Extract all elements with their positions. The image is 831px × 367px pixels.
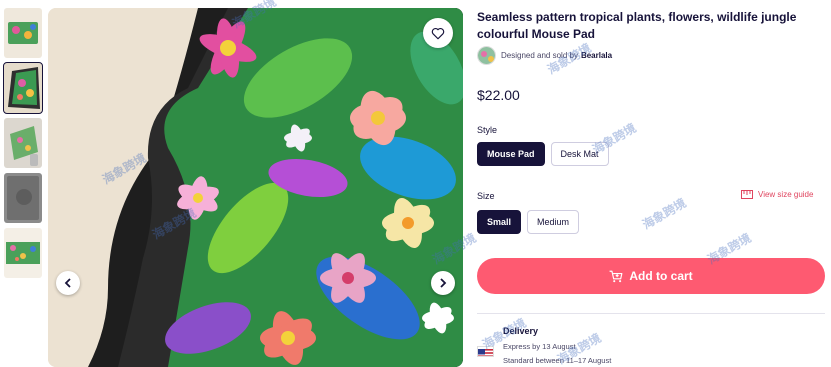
watermark: 海象跨境 xyxy=(639,195,689,232)
style-label: Style xyxy=(477,125,498,135)
delivery-express: Express by 13 August xyxy=(503,342,576,351)
thumbnail-5[interactable] xyxy=(4,228,42,278)
style-option-desk-mat[interactable]: Desk Mat xyxy=(550,142,609,166)
thumbnail-3[interactable] xyxy=(4,118,42,168)
chevron-right-icon xyxy=(440,278,447,288)
delivery-standard: Standard between 11–17 August xyxy=(503,356,612,365)
chevron-left-icon xyxy=(64,278,71,288)
heart-outline-icon xyxy=(431,27,445,39)
style-option-mouse-pad[interactable]: Mouse Pad xyxy=(477,142,545,166)
divider xyxy=(477,313,825,314)
size-guide-link[interactable]: View size guide xyxy=(741,190,813,199)
size-options: Small Medium xyxy=(477,210,580,234)
size-option-small[interactable]: Small xyxy=(477,210,522,234)
product-title: Seamless pattern tropical plants, flower… xyxy=(477,10,797,41)
designer-info: Designed and sold by Bearlala xyxy=(477,46,612,65)
designer-name[interactable]: Bearlala xyxy=(581,51,612,60)
add-to-cart-label: Add to cart xyxy=(629,269,693,283)
designer-avatar[interactable] xyxy=(477,46,496,65)
previous-image-button[interactable] xyxy=(56,271,80,295)
ruler-icon xyxy=(741,190,753,199)
size-label: Size xyxy=(477,191,495,201)
thumbnail-4[interactable] xyxy=(4,173,42,223)
mouse-pad-artwork xyxy=(48,8,463,367)
size-option-medium[interactable]: Medium xyxy=(527,210,580,234)
add-to-cart-button[interactable]: Add to cart xyxy=(477,258,825,294)
style-options: Mouse Pad Desk Mat xyxy=(477,142,609,166)
delivery-title: Delivery xyxy=(503,326,539,336)
price: $22.00 xyxy=(477,87,520,103)
cart-icon xyxy=(609,270,623,282)
product-image xyxy=(48,8,463,367)
size-guide-label: View size guide xyxy=(758,190,814,199)
thumbnail-1[interactable] xyxy=(4,8,42,58)
designer-prefix: Designed and sold by xyxy=(501,51,578,60)
favorite-button[interactable] xyxy=(423,18,453,48)
us-flag-icon xyxy=(477,346,494,357)
thumbnail-2[interactable] xyxy=(3,62,43,114)
thumbnail-strip xyxy=(3,8,43,283)
next-image-button[interactable] xyxy=(431,271,455,295)
